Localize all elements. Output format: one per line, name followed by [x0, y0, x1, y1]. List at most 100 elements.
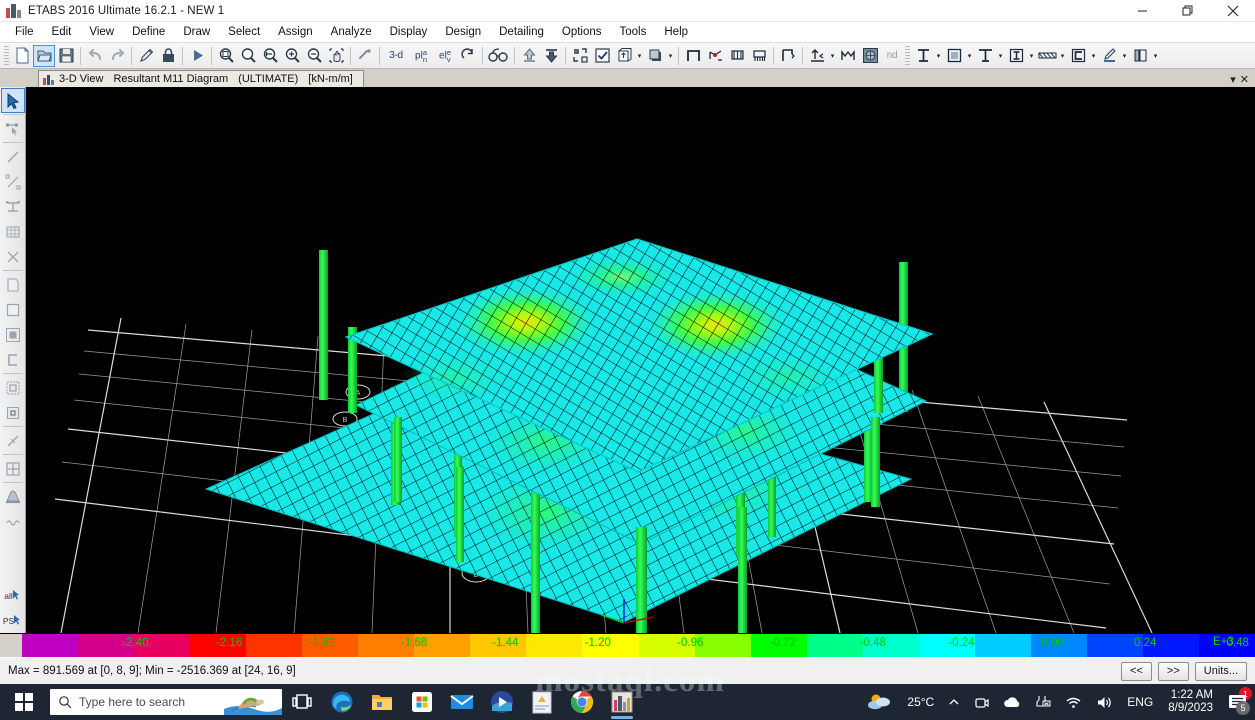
- draw-area-icon[interactable]: [1, 297, 25, 322]
- media-player-icon[interactable]: [482, 684, 522, 720]
- brace-dropdown-arrow-icon[interactable]: ▾: [1058, 45, 1067, 67]
- run-analysis-icon[interactable]: [186, 45, 208, 67]
- elevation-view-button[interactable]: ele v: [433, 45, 457, 67]
- safely-remove-hardware-icon[interactable]: [1028, 684, 1058, 720]
- pencil-draw-icon[interactable]: [1098, 45, 1120, 67]
- tee-dropdown-arrow-icon[interactable]: ▾: [996, 45, 1005, 67]
- draw-cross-brace-icon[interactable]: [1, 244, 25, 269]
- zoom-previous-icon[interactable]: [237, 45, 259, 67]
- language-indicator[interactable]: ENG: [1120, 684, 1160, 720]
- save-model-icon[interactable]: [55, 45, 77, 67]
- notification-center-icon[interactable]: 5: [1221, 684, 1253, 720]
- quick-draw-area-icon[interactable]: [1, 272, 25, 297]
- pan-icon[interactable]: [325, 45, 347, 67]
- draw-wall-icon[interactable]: [1, 322, 25, 347]
- mesh-icon[interactable]: [837, 45, 859, 67]
- extrude-dropdown-arrow-icon[interactable]: ▾: [635, 45, 644, 67]
- draw-line-icon[interactable]: [1, 144, 25, 169]
- plan-view-button[interactable]: pla n: [409, 45, 433, 67]
- load-assign-icon[interactable]: [806, 45, 828, 67]
- moment-diagram-icon[interactable]: [726, 45, 748, 67]
- edge-browser-icon[interactable]: [322, 684, 362, 720]
- doc-minimize-icon[interactable]: ▾: [1230, 73, 1236, 86]
- new-model-icon[interactable]: [11, 45, 33, 67]
- pointer-select-icon[interactable]: [0, 88, 25, 113]
- model-viewport-3d[interactable]: AB CD: [26, 87, 1255, 633]
- wifi-icon[interactable]: [1058, 684, 1089, 720]
- joint-reaction-icon[interactable]: [704, 45, 726, 67]
- toolbar-grip[interactable]: [4, 45, 9, 66]
- point-object-icon[interactable]: [1, 400, 25, 425]
- 3d-view-button[interactable]: 3-d: [383, 45, 409, 67]
- draw-opening-icon[interactable]: [1, 347, 25, 372]
- contour-color-legend[interactable]: -2.40 -2.16 -1.92 -1.68 -1.44 -1.20 -0.9…: [0, 633, 1255, 658]
- doc-close-icon[interactable]: ✕: [1240, 73, 1249, 86]
- volume-icon[interactable]: [1089, 684, 1120, 720]
- nd-label-button[interactable]: nd: [881, 45, 903, 67]
- weather-widget[interactable]: 1: [860, 684, 1252, 720]
- camera-privacy-icon[interactable]: [967, 684, 996, 720]
- menu-tools[interactable]: Tools: [611, 24, 656, 40]
- set-display-options-icon[interactable]: [569, 45, 591, 67]
- select-object-icon[interactable]: [1, 116, 25, 141]
- extrude-view-icon[interactable]: [613, 45, 635, 67]
- next-step-button[interactable]: >>: [1157, 661, 1189, 681]
- microsoft-store-icon[interactable]: [402, 684, 442, 720]
- previous-step-button[interactable]: <<: [1121, 661, 1152, 681]
- draw-brace-icon[interactable]: [1, 169, 25, 194]
- menu-detailing[interactable]: Detailing: [490, 24, 553, 40]
- wall-dropdown-arrow-icon[interactable]: ▾: [1151, 45, 1160, 67]
- menu-help[interactable]: Help: [655, 24, 697, 40]
- tee-section-icon[interactable]: [974, 45, 996, 67]
- perspective-glasses-icon[interactable]: [486, 45, 511, 67]
- i-section-icon[interactable]: [1005, 45, 1027, 67]
- units-button[interactable]: Units...: [1194, 661, 1247, 681]
- toolbar-grip-2[interactable]: [905, 45, 910, 66]
- shear-diagram-icon[interactable]: [748, 45, 770, 67]
- menu-options[interactable]: Options: [553, 24, 611, 40]
- grid-icon[interactable]: [1, 456, 25, 481]
- menu-select[interactable]: Select: [219, 24, 269, 40]
- text-editor-icon[interactable]: [522, 684, 562, 720]
- menu-draw[interactable]: Draw: [174, 24, 219, 40]
- select-all-icon[interactable]: all: [1, 583, 25, 608]
- menu-design[interactable]: Design: [436, 24, 490, 40]
- file-explorer-icon[interactable]: [362, 684, 402, 720]
- draw-floor-icon[interactable]: [1, 219, 25, 244]
- move-down-story-icon[interactable]: [540, 45, 562, 67]
- undo-icon[interactable]: [84, 45, 106, 67]
- object-check-icon[interactable]: [591, 45, 613, 67]
- slab-section-icon[interactable]: [943, 45, 965, 67]
- pencil-edit-icon[interactable]: [135, 45, 157, 67]
- zoom-out-icon[interactable]: [303, 45, 325, 67]
- document-tab-3d-view[interactable]: 3-D View Resultant M11 Diagram (ULTIMATE…: [38, 70, 364, 87]
- onedrive-cloud-icon[interactable]: [996, 684, 1028, 720]
- deformed-shape-icon[interactable]: [777, 45, 799, 67]
- shadow-render-icon[interactable]: [644, 45, 666, 67]
- minimize-button[interactable]: [1120, 0, 1165, 22]
- menu-edit[interactable]: Edit: [43, 24, 81, 40]
- channel-dropdown-arrow-icon[interactable]: ▾: [1089, 45, 1098, 67]
- zoom-full-icon[interactable]: [281, 45, 303, 67]
- clock-widget[interactable]: 1:22 AM 8/9/2023: [1160, 684, 1221, 720]
- move-up-story-icon[interactable]: [518, 45, 540, 67]
- task-view-icon[interactable]: [282, 684, 322, 720]
- restraint-support-icon[interactable]: [1, 484, 25, 509]
- shadow-dropdown-arrow-icon[interactable]: ▾: [666, 45, 675, 67]
- load-dropdown-arrow-icon[interactable]: ▾: [828, 45, 837, 67]
- draw-beam-icon[interactable]: [1, 194, 25, 219]
- frame-portal-icon[interactable]: [682, 45, 704, 67]
- select-previous-icon[interactable]: PS: [1, 608, 25, 633]
- menu-define[interactable]: Define: [123, 24, 174, 40]
- wall-section-icon[interactable]: [1129, 45, 1151, 67]
- slab-dropdown-arrow-icon[interactable]: ▾: [965, 45, 974, 67]
- etabs-app-icon[interactable]: [602, 684, 642, 720]
- lock-model-icon[interactable]: [157, 45, 179, 67]
- rotate-view-icon[interactable]: [457, 45, 479, 67]
- channel-section-icon[interactable]: [1067, 45, 1089, 67]
- close-button[interactable]: [1210, 0, 1255, 22]
- column-section-icon[interactable]: [912, 45, 934, 67]
- mail-icon[interactable]: [442, 684, 482, 720]
- menu-file[interactable]: File: [6, 24, 43, 40]
- spring-icon[interactable]: [1, 509, 25, 534]
